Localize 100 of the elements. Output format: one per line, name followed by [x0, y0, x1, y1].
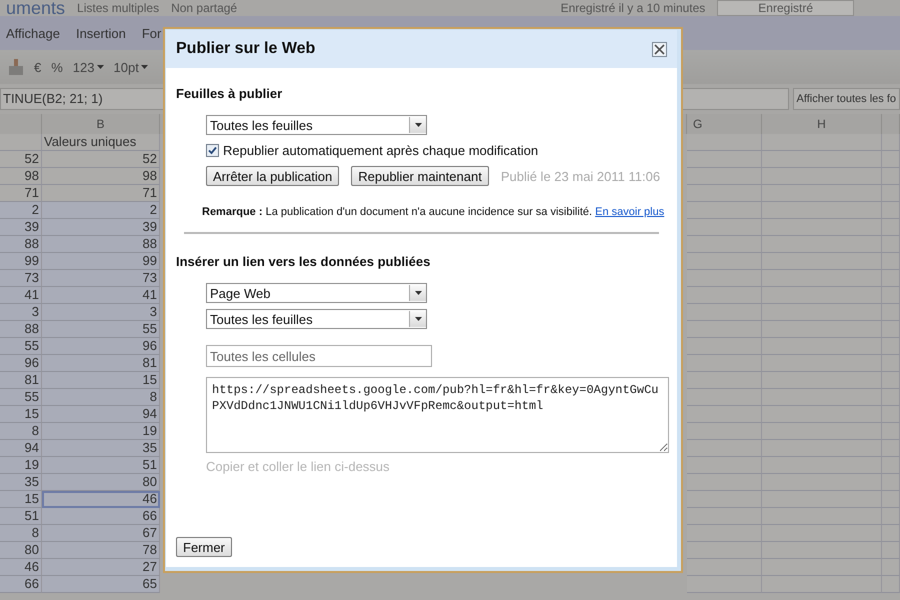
table-cell: [882, 321, 900, 338]
table-cell: 51: [0, 508, 42, 525]
column-header[interactable]: H: [762, 114, 882, 134]
note-text: Remarque : La publication d'un document n'a aucune incidence sur sa visibilité. En savoir plus: [202, 206, 664, 218]
republish-button[interactable]: Republier maintenant: [351, 166, 489, 186]
table-cell: 94: [42, 406, 160, 423]
table-cell: 3: [0, 304, 42, 321]
table-cell: 88: [42, 236, 160, 253]
caret-icon: [414, 291, 422, 295]
table-cell: 55: [42, 321, 160, 338]
table-cell: [882, 559, 900, 576]
table-cell: 55: [0, 338, 42, 355]
number-format-button[interactable]: 123: [72, 60, 104, 74]
document-title: uments: [6, 0, 66, 16]
table-cell: [882, 151, 900, 168]
table-cell: [0, 134, 42, 151]
checkbox[interactable]: [206, 144, 219, 157]
learn-more-link[interactable]: En savoir plus: [595, 206, 664, 218]
table-cell: 35: [0, 474, 42, 491]
table-cell: 8: [0, 525, 42, 542]
table-cell: 73: [0, 270, 42, 287]
table-cell: 39: [42, 219, 160, 236]
table-cell: [882, 508, 900, 525]
stop-publishing-button[interactable]: Arrêter la publication: [206, 166, 340, 186]
table-cell: [882, 270, 900, 287]
table-cell: Valeurs uniques: [42, 134, 160, 151]
font-size-button[interactable]: 10pt: [114, 60, 148, 74]
table-cell: [882, 491, 900, 508]
table-cell: 2: [42, 202, 160, 219]
table-cell: 52: [0, 151, 42, 168]
table-cell: 46: [0, 559, 42, 576]
table-cell: [882, 134, 900, 151]
sheets-dropdown[interactable]: Toutes les feuilles: [206, 309, 427, 329]
table-cell: 19: [0, 457, 42, 474]
table-cell: 41: [0, 287, 42, 304]
table-cell: 67: [42, 525, 160, 542]
table-cell: 99: [0, 253, 42, 270]
table-cell: 15: [0, 406, 42, 423]
copy-hint: Copier et coller le lien ci-dessus: [206, 459, 391, 474]
link-field[interactable]: https://spreadsheets.google.com/pub?hl=fr&hl=fr&key=0AgyntGwCuPXVdDdnc1JNWU1CNi1ldUp6VHJvVFpRemc&output=html: [206, 377, 669, 453]
paint-format-icon[interactable]: [8, 58, 24, 76]
table-cell: 41: [42, 287, 160, 304]
spreadsheet-title[interactable]: Listes multiples: [77, 0, 160, 16]
table-cell: 55: [0, 389, 42, 406]
column-header[interactable]: [0, 114, 42, 134]
cell-range-field[interactable]: Toutes les cellules: [206, 345, 432, 367]
column-header[interactable]: B: [42, 114, 160, 134]
table-cell: 98: [42, 168, 160, 185]
format-dropdown[interactable]: Page Web: [206, 283, 427, 303]
table-cell: 96: [0, 355, 42, 372]
table-cell: 94: [0, 440, 42, 457]
save-button[interactable]: Enregistré: [717, 0, 854, 16]
table-cell: 35: [42, 440, 160, 457]
table-cell: [882, 219, 900, 236]
table-cell: [882, 423, 900, 440]
table-cell: [882, 440, 900, 457]
table-cell: [882, 389, 900, 406]
table-cell: 66: [42, 508, 160, 525]
table-cell: 51: [42, 457, 160, 474]
table-cell: [882, 236, 900, 253]
table-cell: [882, 202, 900, 219]
table-cell: [882, 304, 900, 321]
table-cell: 52: [42, 151, 160, 168]
table-cell: 99: [42, 253, 160, 270]
table-cell: [882, 168, 900, 185]
table-cell: 98: [0, 168, 42, 185]
table-cell: 81: [0, 372, 42, 389]
checkbox-label: Republier automatiquement après chaque modification: [223, 143, 538, 158]
table-cell: 80: [42, 474, 160, 491]
table-cell: [882, 406, 900, 423]
table-cell: [882, 457, 900, 474]
section-heading: Insérer un lien vers les données publiées: [176, 254, 430, 269]
table-cell: [882, 287, 900, 304]
column-header[interactable]: [882, 114, 900, 134]
table-cell: 81: [42, 355, 160, 372]
caret-icon: [414, 317, 422, 321]
save-status: Enregistré il y a 10 minutes: [560, 0, 706, 16]
table-cell: 66: [0, 576, 42, 593]
menu-item[interactable]: Affichage: [6, 26, 60, 40]
table-cell: 3: [42, 304, 160, 321]
table-cell: 96: [42, 338, 160, 355]
menu-item[interactable]: Insertion: [76, 26, 126, 40]
caret-icon: [140, 65, 148, 69]
table-cell: 88: [0, 321, 42, 338]
table-cell: 19: [42, 423, 160, 440]
table-cell: 15: [0, 491, 42, 508]
percent-button[interactable]: %: [51, 60, 63, 74]
menu-item[interactable]: For: [142, 26, 162, 40]
caret-icon: [414, 123, 422, 127]
column-header[interactable]: G: [687, 114, 762, 134]
table-cell: 46: [42, 491, 160, 508]
close-button[interactable]: [652, 42, 667, 56]
table-cell: 27: [42, 559, 160, 576]
show-formulas-button[interactable]: Afficher toutes les fo: [792, 88, 900, 110]
table-cell: 65: [42, 576, 160, 593]
caret-icon: [96, 65, 104, 69]
sheets-dropdown[interactable]: Toutes les feuilles: [206, 115, 427, 135]
currency-button[interactable]: €: [34, 60, 42, 74]
close-dialog-button[interactable]: Fermer: [176, 537, 232, 557]
table-cell: 8: [0, 423, 42, 440]
